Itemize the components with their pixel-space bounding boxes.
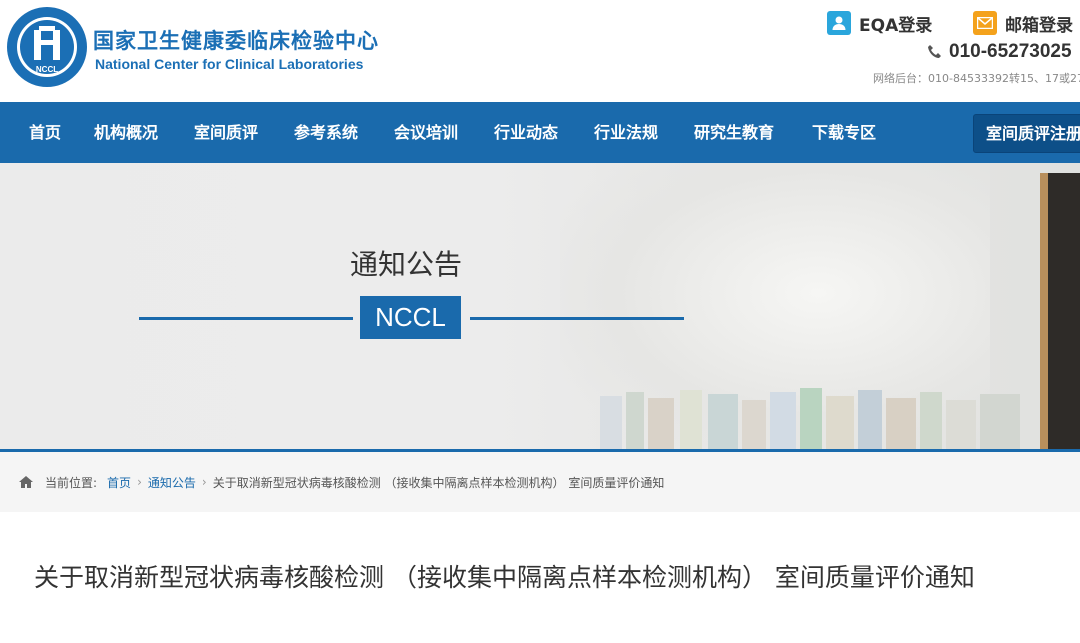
network-backend-note: 网络后台：010-84533392转15、17或27	[873, 72, 1080, 85]
breadcrumb: 当前位置: 首页 › 通知公告 › 关于取消新型冠状病毒核酸检测 （接收集中隔离…	[0, 452, 1080, 512]
chevron-right-icon: ›	[137, 475, 142, 489]
eqa-register-button[interactable]: 室间质评注册	[973, 114, 1080, 153]
nav-item-about[interactable]: 机构概况	[94, 102, 158, 163]
svg-text:NCCL: NCCL	[36, 65, 58, 74]
nav-item-meetings[interactable]: 会议培训	[394, 102, 458, 163]
mail-login-label: 邮箱登录	[1005, 15, 1073, 36]
user-icon	[827, 11, 851, 35]
home-icon	[19, 476, 33, 488]
banner-badge: NCCL	[360, 296, 461, 339]
phone-text: 010-65273025	[949, 41, 1072, 62]
chevron-right-icon: ›	[201, 475, 207, 489]
breadcrumb-section-link[interactable]: 通知公告	[148, 474, 196, 491]
breadcrumb-current: 关于取消新型冠状病毒核酸检测 （接收集中隔离点样本检测机构） 室间质量评价通知	[212, 475, 665, 490]
nav-item-regulations[interactable]: 行业法规	[594, 102, 658, 163]
phone-icon	[928, 45, 941, 58]
phone-number: 010-65273025	[927, 41, 1072, 63]
nav-item-downloads[interactable]: 下载专区	[812, 102, 876, 163]
site-title-cn[interactable]: 国家卫生健康委临床检验中心	[93, 25, 379, 55]
nav-item-home[interactable]: 首页	[29, 102, 61, 163]
eqa-login-link[interactable]: EQA登录	[827, 10, 932, 36]
article-title: 关于取消新型冠状病毒核酸检测 （接收集中隔离点样本检测机构） 室间质量评价通知	[34, 563, 975, 592]
nav-item-reference[interactable]: 参考系统	[294, 102, 358, 163]
breadcrumb-home-link[interactable]: 首页	[107, 474, 131, 491]
nav-item-eqa[interactable]: 室间质评	[194, 102, 258, 163]
nav-item-news[interactable]: 行业动态	[494, 102, 558, 163]
envelope-icon	[973, 11, 997, 35]
banner-divider-right	[470, 317, 684, 320]
page-banner: 通知公告 NCCL	[0, 163, 1080, 452]
banner-books-image	[600, 388, 1020, 452]
main-nav: 首页 机构概况 室间质评 参考系统 会议培训 行业动态 行业法规 研究生教育 下…	[0, 102, 1080, 163]
nav-item-graduate[interactable]: 研究生教育	[694, 102, 774, 163]
eqa-login-label: EQA登录	[859, 15, 933, 36]
banner-title: 通知公告	[350, 248, 463, 281]
banner-blackboard-image	[1040, 173, 1080, 452]
breadcrumb-label: 当前位置:	[45, 475, 98, 490]
nccl-logo[interactable]: NCCL	[6, 6, 88, 88]
mail-login-link[interactable]: 邮箱登录	[973, 10, 1073, 36]
site-header: NCCL 国家卫生健康委临床检验中心 National Center for C…	[0, 0, 1080, 102]
site-title-en[interactable]: National Center for Clinical Laboratorie…	[95, 56, 363, 72]
banner-divider-left	[139, 317, 353, 320]
